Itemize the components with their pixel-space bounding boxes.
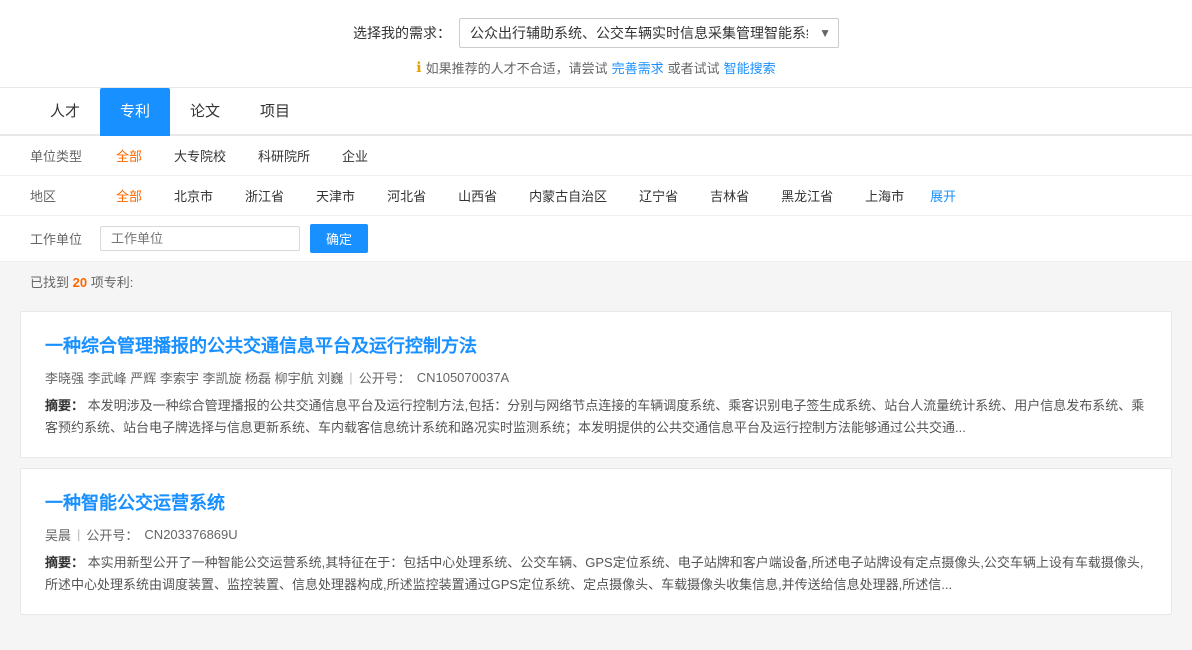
unit-type-filter-row: 单位类型 全部 大专院校 科研院所 企业 <box>0 136 1192 176</box>
result-abstract-2: 摘要： 本实用新型公开了一种智能公交运营系统,其特征在于：包括中心处理系统、公交… <box>45 552 1147 596</box>
pub-no-label-1: 公开号： <box>359 368 411 387</box>
main-tabs: 人才 专利 论文 项目 <box>0 88 1192 136</box>
filter-bar: 单位类型 全部 大专院校 科研院所 企业 地区 全部 北京市 浙江省 天津市 河… <box>0 136 1192 262</box>
result-abstract-1: 摘要： 本发明涉及一种综合管理播报的公共交通信息平台及运行控制方法,包括：分别与… <box>45 395 1147 439</box>
result-card-2: 一种智能公交运营系统 吴晨 | 公开号： CN203376869U 摘要： 本实… <box>20 468 1172 615</box>
abstract-text-1: 本发明涉及一种综合管理播报的公共交通信息平台及运行控制方法,包括：分别与网络节点… <box>45 398 1144 435</box>
tab-paper[interactable]: 论文 <box>170 88 240 136</box>
region-jilin[interactable]: 吉林省 <box>694 184 765 207</box>
region-options: 全部 北京市 浙江省 天津市 河北省 山西省 内蒙古自治区 辽宁省 吉林省 黑龙… <box>100 184 956 207</box>
abstract-text-2: 本实用新型公开了一种智能公交运营系统,其特征在于：包括中心处理系统、公交车辆、G… <box>45 555 1144 592</box>
result-title-2[interactable]: 一种智能公交运营系统 <box>45 489 1147 515</box>
need-select[interactable]: 公众出行辅助系统、公交车辆实时信息采集管理智能系统 <box>459 18 839 48</box>
results-count: 20 <box>73 275 87 290</box>
work-unit-label: 工作单位 <box>30 229 100 248</box>
region-filter-row: 地区 全部 北京市 浙江省 天津市 河北省 山西省 内蒙古自治区 辽宁省 吉林省… <box>0 176 1192 216</box>
found-prefix: 已找到 <box>30 275 69 290</box>
unit-type-enterprise[interactable]: 企业 <box>326 144 384 167</box>
work-unit-input[interactable] <box>100 226 300 251</box>
unit-type-college[interactable]: 大专院校 <box>158 144 242 167</box>
tab-talent[interactable]: 人才 <box>30 88 100 136</box>
unit-type-research[interactable]: 科研院所 <box>242 144 326 167</box>
region-liaoning[interactable]: 辽宁省 <box>623 184 694 207</box>
abstract-label-1: 摘要： <box>45 398 84 413</box>
result-title-1[interactable]: 一种综合管理播报的公共交通信息平台及运行控制方法 <box>45 332 1147 358</box>
result-meta-2: 吴晨 | 公开号： CN203376869U <box>45 525 1147 544</box>
info-text: 如果推荐的人才不合适，请尝试 <box>426 58 608 77</box>
pub-no-label-2: 公开号： <box>86 525 138 544</box>
authors-2: 吴晨 <box>45 525 71 544</box>
info-middle-text: 或者试试 <box>668 58 720 77</box>
found-suffix: 项专利: <box>91 275 134 290</box>
tab-project[interactable]: 项目 <box>240 88 310 136</box>
region-all[interactable]: 全部 <box>100 184 158 207</box>
result-card-1: 一种综合管理播报的公共交通信息平台及运行控制方法 李晓强 李武峰 严辉 李索宇 … <box>20 311 1172 458</box>
divider-1: | <box>349 370 352 385</box>
top-bar: 选择我的需求： 公众出行辅助系统、公交车辆实时信息采集管理智能系统 ▼ ℹ 如果… <box>0 0 1192 88</box>
region-label: 地区 <box>30 186 100 205</box>
region-shanxi[interactable]: 山西省 <box>442 184 513 207</box>
unit-type-options: 全部 大专院校 科研院所 企业 <box>100 144 384 167</box>
confirm-button[interactable]: 确定 <box>310 224 368 253</box>
region-shanghai[interactable]: 上海市 <box>849 184 920 207</box>
region-heilongjiang[interactable]: 黑龙江省 <box>765 184 849 207</box>
authors-1: 李晓强 李武峰 严辉 李索宇 李凯旋 杨磊 柳宇航 刘巍 <box>45 368 343 387</box>
smart-search-link[interactable]: 智能搜索 <box>724 58 776 77</box>
region-beijing[interactable]: 北京市 <box>158 184 229 207</box>
unit-type-all[interactable]: 全部 <box>100 144 158 167</box>
divider-2: | <box>77 527 80 542</box>
show-more-regions[interactable]: 展开 <box>930 186 956 205</box>
work-unit-filter-row: 工作单位 确定 <box>0 216 1192 261</box>
complete-need-link[interactable]: 完善需求 <box>612 58 664 77</box>
region-tianjin[interactable]: 天津市 <box>300 184 371 207</box>
select-row: 选择我的需求： 公众出行辅助系统、公交车辆实时信息采集管理智能系统 ▼ <box>0 18 1192 48</box>
pub-no-1: CN105070037A <box>417 370 510 385</box>
pub-no-2: CN203376869U <box>144 527 237 542</box>
region-neimenggu[interactable]: 内蒙古自治区 <box>513 184 623 207</box>
results-header: 已找到 20 项专利: <box>0 262 1192 301</box>
result-meta-1: 李晓强 李武峰 严辉 李索宇 李凯旋 杨磊 柳宇航 刘巍 | 公开号： CN10… <box>45 368 1147 387</box>
unit-type-label: 单位类型 <box>30 146 100 165</box>
select-label: 选择我的需求： <box>353 23 451 43</box>
region-zhejiang[interactable]: 浙江省 <box>229 184 300 207</box>
region-hebei[interactable]: 河北省 <box>371 184 442 207</box>
abstract-label-2: 摘要： <box>45 555 84 570</box>
info-row: ℹ 如果推荐的人才不合适，请尝试 完善需求 或者试试 智能搜索 <box>0 58 1192 77</box>
select-wrapper: 公众出行辅助系统、公交车辆实时信息采集管理智能系统 ▼ <box>459 18 839 48</box>
info-icon: ℹ <box>416 59 421 76</box>
tab-patent[interactable]: 专利 <box>100 88 170 136</box>
